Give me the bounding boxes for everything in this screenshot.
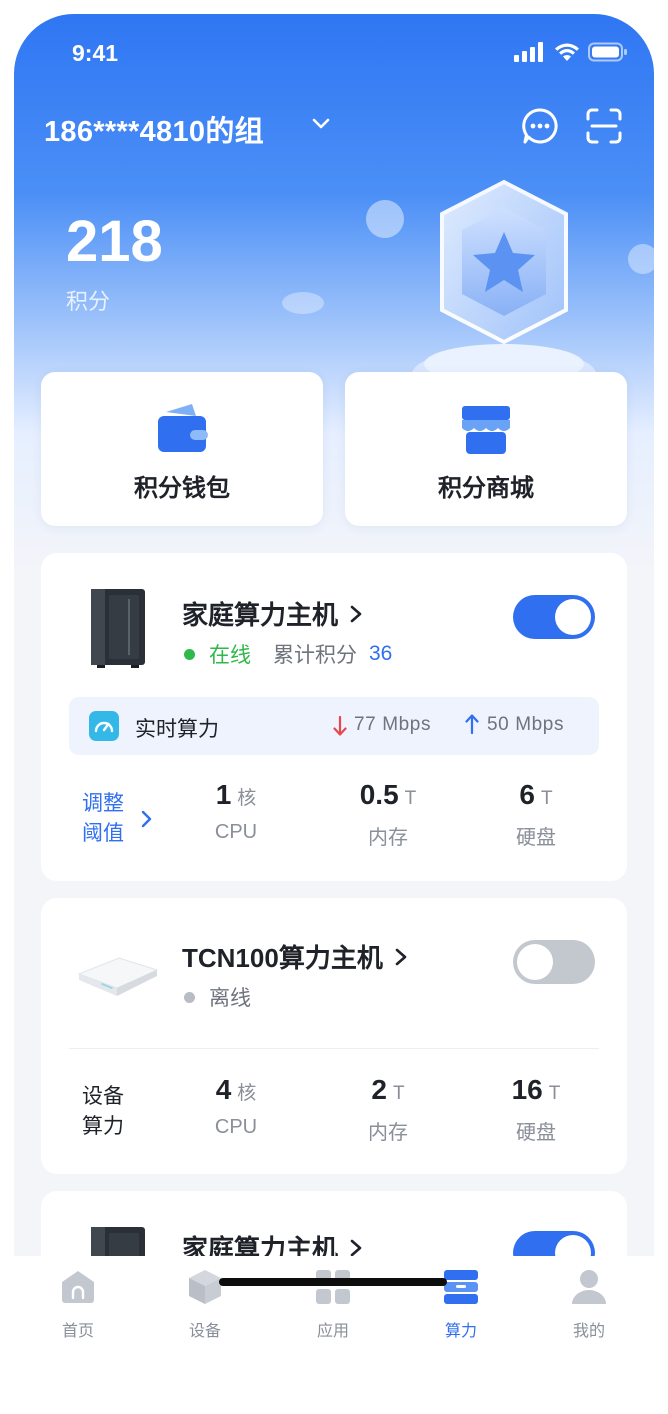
points-total-label: 累计积分 xyxy=(273,644,357,667)
device-power-label: 设备 算力 xyxy=(82,1082,124,1142)
upload-speed: 50 Mbps xyxy=(487,714,565,735)
metric-unit: T xyxy=(548,1083,561,1104)
device-power-toggle[interactable] xyxy=(513,940,595,984)
battery-icon xyxy=(588,42,627,62)
points-total-value: 36 xyxy=(369,642,393,665)
memory-metric: 2T 内存 xyxy=(333,1074,443,1145)
wallet-icon xyxy=(158,404,208,452)
metric-value: 0.5 xyxy=(359,779,399,810)
group-header: 186****4810的组 xyxy=(44,106,624,150)
device-status: 离线 xyxy=(209,987,251,1010)
adjust-label-line1: 调整 xyxy=(82,792,124,815)
metric-value: 4 xyxy=(215,1074,232,1105)
divider xyxy=(69,1048,599,1049)
metric-unit: T xyxy=(392,1083,405,1104)
chevron-down-icon[interactable] xyxy=(310,112,332,134)
cpu-metric: 4核 CPU xyxy=(181,1074,291,1139)
home-icon xyxy=(62,1271,94,1303)
metric-value: 1 xyxy=(215,779,232,810)
device-name: 家庭算力主机 xyxy=(182,600,339,630)
apps-grid-icon xyxy=(316,1270,350,1304)
device-card: TCN100算力主机 离线 设备 算力 4核 CPU 2T 内存 16 T 硬盘 xyxy=(41,898,627,1174)
realtime-power-bar: 实时算力 77 Mbps 50 Mbps xyxy=(69,697,599,755)
status-bar: 9:41 xyxy=(14,40,654,68)
device-status: 在线 xyxy=(209,644,251,667)
metric-label: 硬盘 xyxy=(516,827,556,849)
metric-value: 16 xyxy=(511,1074,543,1105)
star-badge-illustration xyxy=(412,179,596,400)
store-label: 积分商城 xyxy=(438,475,534,502)
metric-label: 内存 xyxy=(368,827,408,849)
status-time: 9:41 xyxy=(72,40,119,66)
tab-label: 算力 xyxy=(444,1323,477,1340)
wallet-label: 积分钱包 xyxy=(134,475,230,502)
home-server-image xyxy=(91,589,145,668)
metric-label: 硬盘 xyxy=(516,1122,556,1144)
metric-unit: T xyxy=(404,788,417,809)
metric-value: 6 xyxy=(519,779,535,810)
device-status-row: 在线 累计积分 36 xyxy=(184,639,392,669)
adjust-threshold-link[interactable]: 调整 阈值 xyxy=(82,789,152,849)
device-name-link[interactable]: 家庭算力主机 xyxy=(182,595,364,632)
wifi-icon xyxy=(555,43,579,61)
upload-arrow-icon xyxy=(465,714,479,735)
cpu-metric: 1核 CPU xyxy=(181,779,291,844)
store-icon xyxy=(462,406,510,454)
tab-home[interactable]: 首页 xyxy=(38,1268,118,1341)
chevron-right-icon xyxy=(141,810,152,828)
metric-unit: 核 xyxy=(237,1083,257,1104)
scan-icon[interactable] xyxy=(584,106,624,146)
chevron-right-icon xyxy=(350,1239,362,1256)
device-name-link[interactable]: TCN100算力主机 xyxy=(182,938,409,975)
side-label-line1: 设备 xyxy=(82,1085,124,1108)
phone-screen: 9:41 186****4810的组 218 积分 积分钱包 积分商城 家庭算力… xyxy=(14,14,654,1400)
wallet-card[interactable]: 积分钱包 xyxy=(41,372,323,526)
toggle-knob xyxy=(555,599,591,635)
device-name: TCN100算力主机 xyxy=(182,943,383,973)
points-label: 积分 xyxy=(66,289,111,314)
device-cube-icon xyxy=(189,1270,221,1304)
toggle-knob xyxy=(517,944,553,980)
device-power-toggle[interactable] xyxy=(513,595,595,639)
offline-dot-icon xyxy=(184,991,195,1003)
download-speed: 77 Mbps xyxy=(354,714,432,735)
online-dot-icon xyxy=(184,648,195,660)
floating-coin-decoration xyxy=(628,244,654,274)
tab-profile[interactable]: 我的 xyxy=(549,1268,629,1341)
tcn100-device-image xyxy=(77,957,159,996)
chevron-right-icon xyxy=(350,605,362,622)
disk-metric: 16 T 硬盘 xyxy=(481,1074,591,1145)
points-summary: 218 积分 xyxy=(66,212,163,316)
store-card[interactable]: 积分商城 xyxy=(345,372,627,526)
metric-label: 内存 xyxy=(368,1122,408,1144)
disk-metric: 6T 硬盘 xyxy=(481,779,591,850)
metric-value: 2 xyxy=(371,1074,387,1105)
device-status-row: 离线 xyxy=(184,982,251,1012)
side-label-line2: 算力 xyxy=(82,1115,124,1138)
home-indicator xyxy=(219,1278,447,1286)
metric-label: CPU xyxy=(214,1116,258,1138)
message-icon[interactable] xyxy=(520,106,560,146)
metric-unit: 核 xyxy=(237,788,257,809)
speedometer-icon xyxy=(89,711,119,741)
device-card: 家庭算力主机 在线 累计积分 36 实时算力 77 Mbps 50 Mbps 调… xyxy=(41,553,627,881)
chevron-right-icon xyxy=(395,948,407,965)
floating-coin-decoration xyxy=(282,292,324,314)
memory-metric: 0.5 T 内存 xyxy=(333,779,443,850)
group-selector[interactable]: 186****4810的组 xyxy=(44,108,264,150)
tab-label: 设备 xyxy=(188,1323,221,1340)
adjust-label-line2: 阈值 xyxy=(82,822,124,845)
profile-icon xyxy=(572,1270,606,1304)
download-arrow-icon xyxy=(333,715,347,736)
points-value: 218 xyxy=(66,209,163,274)
computing-power-icon xyxy=(444,1270,478,1304)
realtime-label: 实时算力 xyxy=(135,718,219,741)
signal-icon xyxy=(514,42,543,62)
status-icons xyxy=(514,42,628,62)
tab-label: 应用 xyxy=(316,1323,349,1340)
metric-unit: T xyxy=(540,788,553,809)
tab-label: 首页 xyxy=(61,1323,94,1340)
metric-label: CPU xyxy=(214,821,258,843)
tab-label: 我的 xyxy=(572,1323,605,1340)
